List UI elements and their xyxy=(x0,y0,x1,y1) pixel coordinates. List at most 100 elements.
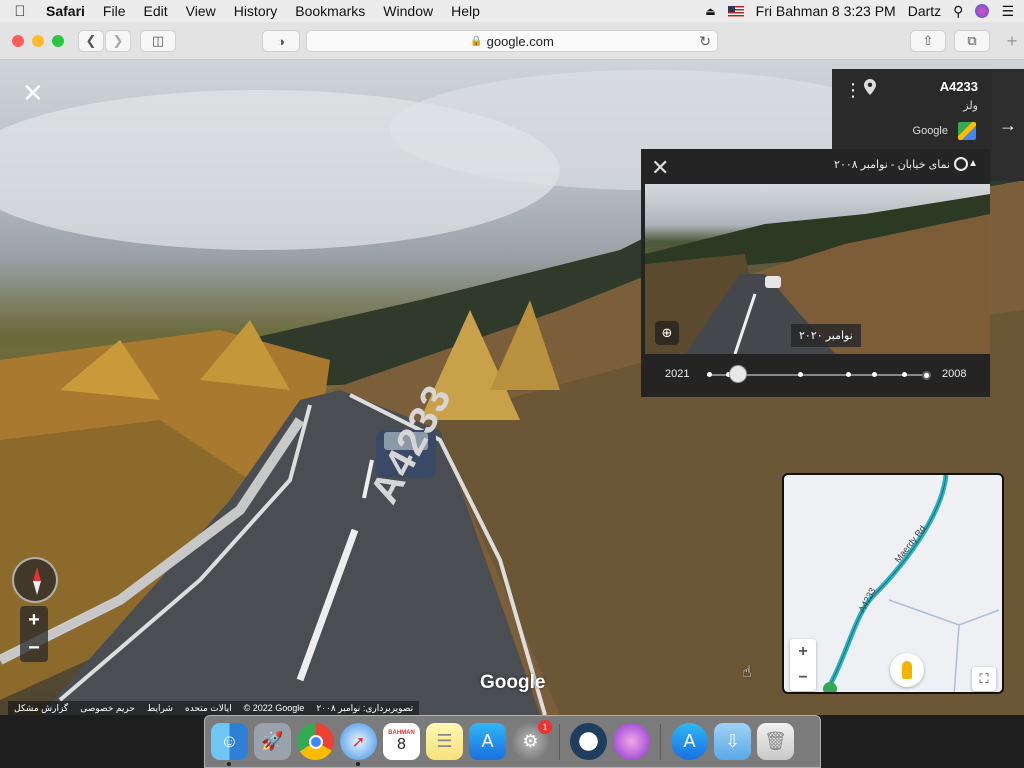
back-button[interactable]: ❮ xyxy=(78,30,104,52)
menu-clock[interactable]: Fri Bahman 8 3:23 PM xyxy=(756,3,896,19)
menu-app-name[interactable]: Safari xyxy=(40,3,94,19)
tabs-icon: ⧉ xyxy=(967,33,977,48)
report-problem-link[interactable]: گزارش مشکل xyxy=(14,703,68,714)
timeline-tick[interactable] xyxy=(846,372,851,377)
menu-view[interactable]: View xyxy=(177,3,225,19)
quicktime-icon[interactable] xyxy=(570,723,607,760)
chevron-left-icon: ❮ xyxy=(85,33,97,48)
finder-icon[interactable]: ☺ xyxy=(211,723,248,766)
google-watermark-logo: Google xyxy=(480,672,546,693)
terms-link[interactable]: شرایط xyxy=(147,703,173,714)
pegman-button[interactable] xyxy=(890,653,924,687)
copyright-label: © 2022 Google xyxy=(243,703,305,713)
launchpad-icon[interactable]: 🚀 xyxy=(254,723,291,760)
google-brand-label[interactable]: Google xyxy=(913,125,948,137)
apple-menu-icon[interactable]:  xyxy=(0,3,40,20)
forward-button[interactable]: ❯ xyxy=(105,30,131,52)
notification-center-icon[interactable]: ☰ xyxy=(1001,3,1014,20)
mini-map-fullscreen-button[interactable]: ⛶ xyxy=(972,667,996,691)
shield-icon: ◑ xyxy=(277,33,285,49)
new-tab-button[interactable]: + xyxy=(1000,28,1024,54)
downloads-folder-icon[interactable]: ⇩ xyxy=(714,723,751,760)
time-travel-panel: ✕ نمای خیابان - نوامبر ۲۰۰۸ ▲ ⊕ نوامبر ۲… xyxy=(641,149,990,397)
privacy-report-button[interactable]: ◑ xyxy=(262,30,300,52)
mini-map-zoom-out-button[interactable]: − xyxy=(790,665,816,691)
zoom-control: + − xyxy=(20,606,48,662)
historical-preview-image[interactable]: ⊕ نوامبر ۲۰۲۰ xyxy=(645,184,990,354)
timeline-year-start: 2021 xyxy=(665,368,690,380)
expand-panel-button[interactable]: → xyxy=(992,69,1024,181)
street-view-panorama[interactable]: A4233 ✕ ⋮ A4233 ولز Google → ✕ نمای خیاب… xyxy=(0,60,1024,715)
input-source-flag-icon[interactable] xyxy=(727,5,744,17)
timeline-tick[interactable] xyxy=(902,372,907,377)
history-clock-icon[interactable] xyxy=(954,157,968,171)
menu-help[interactable]: Help xyxy=(442,3,489,19)
tab-overview-button[interactable]: ⧉ xyxy=(954,30,990,52)
magnifier-plus-icon: ⊕ xyxy=(661,325,673,340)
address-bar[interactable]: 🔒 google.com ↻ xyxy=(306,30,718,52)
system-preferences-icon[interactable]: ⚙ 1 xyxy=(512,720,552,760)
running-indicator xyxy=(356,762,360,766)
spotlight-search-icon[interactable]: ⚲ xyxy=(953,3,963,20)
running-indicator xyxy=(227,762,231,766)
timeline-tick[interactable] xyxy=(707,372,712,377)
close-window-button[interactable] xyxy=(12,34,24,47)
menu-bookmarks[interactable]: Bookmarks xyxy=(286,3,374,19)
safari-toolbar: ❮ ❯ ◫ ◑ 🔒 google.com ↻ ⇧ ⧉ + xyxy=(0,22,1024,60)
preview-date-label: نوامبر ۲۰۲۰ xyxy=(791,324,861,347)
capture-date-label: تصویربرداری: نوامبر ۲۰۰۸ xyxy=(316,702,414,713)
notification-badge: 1 xyxy=(538,720,552,734)
compass-south-icon xyxy=(33,581,41,595)
chrome-icon[interactable] xyxy=(297,723,334,760)
safari-icon[interactable]: ➚ xyxy=(340,723,377,766)
mini-map-zoom-in-button[interactable]: + xyxy=(790,639,816,665)
google-maps-icon[interactable] xyxy=(958,122,976,140)
location-pin-icon[interactable] xyxy=(864,79,876,95)
pegman-icon xyxy=(902,661,912,679)
timeline-slider-thumb[interactable] xyxy=(729,365,748,383)
menu-history[interactable]: History xyxy=(225,3,287,19)
trash-icon[interactable]: 🗑 xyxy=(757,723,794,760)
close-street-view-button[interactable]: ✕ xyxy=(22,80,44,106)
time-travel-title: نمای خیابان - نوامبر ۲۰۰۸ xyxy=(834,159,950,171)
chevron-right-icon: ❯ xyxy=(112,33,124,48)
timeline-tick[interactable] xyxy=(872,372,877,377)
macos-menu-bar:  Safari File Edit View History Bookmark… xyxy=(0,0,1024,22)
app-store-icon[interactable]: A xyxy=(469,723,506,760)
compass-north-icon xyxy=(33,567,41,581)
siri-icon[interactable] xyxy=(975,4,990,18)
dock-separator xyxy=(660,723,661,760)
caret-up-icon[interactable]: ▲ xyxy=(968,158,978,169)
close-time-travel-button[interactable]: ✕ xyxy=(651,155,669,181)
calendar-icon[interactable]: BAHMAN 8 xyxy=(383,723,420,760)
street-view-footer: گزارش مشکل حریم خصوصی شرایط ایالات متحده… xyxy=(8,701,420,715)
country-label[interactable]: ایالات متحده xyxy=(185,703,232,714)
region-name: ولز xyxy=(963,100,978,112)
macos-dock: ☺ 🚀 ➚ BAHMAN 8 ☰ A ⚙ 1 A ⇩ 🗑 xyxy=(204,715,821,768)
lock-icon: 🔒 xyxy=(470,35,483,47)
share-button[interactable]: ⇧ xyxy=(910,30,946,52)
reload-icon[interactable]: ↻ xyxy=(699,33,711,50)
menu-window[interactable]: Window xyxy=(374,3,442,19)
zoom-window-button[interactable] xyxy=(52,34,64,47)
minimize-window-button[interactable] xyxy=(32,34,44,47)
notes-icon[interactable]: ☰ xyxy=(426,723,463,760)
potion-app-icon[interactable] xyxy=(613,723,650,760)
zoom-in-button[interactable]: + xyxy=(20,606,48,634)
more-options-icon[interactable]: ⋮ xyxy=(844,80,862,101)
hand-cursor-icon: ☝ xyxy=(742,664,752,681)
sidebar-toggle-button[interactable]: ◫ xyxy=(140,30,176,52)
timeline-tick[interactable] xyxy=(798,372,803,377)
menu-user[interactable]: Dartz xyxy=(908,3,941,19)
mini-map[interactable]: Maerdy Rd A4233 + − ⛶ xyxy=(782,473,1004,694)
zoom-out-button[interactable]: − xyxy=(20,634,48,662)
timeline-end-marker[interactable] xyxy=(922,371,931,380)
app-store-download-icon[interactable]: A xyxy=(671,723,708,760)
menu-file[interactable]: File xyxy=(94,3,135,19)
eject-icon[interactable]: ⏏ xyxy=(705,5,715,18)
url-text: google.com xyxy=(486,33,554,49)
compass-control[interactable] xyxy=(12,557,58,603)
zoom-preview-button[interactable]: ⊕ xyxy=(655,321,679,345)
privacy-link[interactable]: حریم خصوصی xyxy=(80,703,135,714)
menu-edit[interactable]: Edit xyxy=(134,3,176,19)
